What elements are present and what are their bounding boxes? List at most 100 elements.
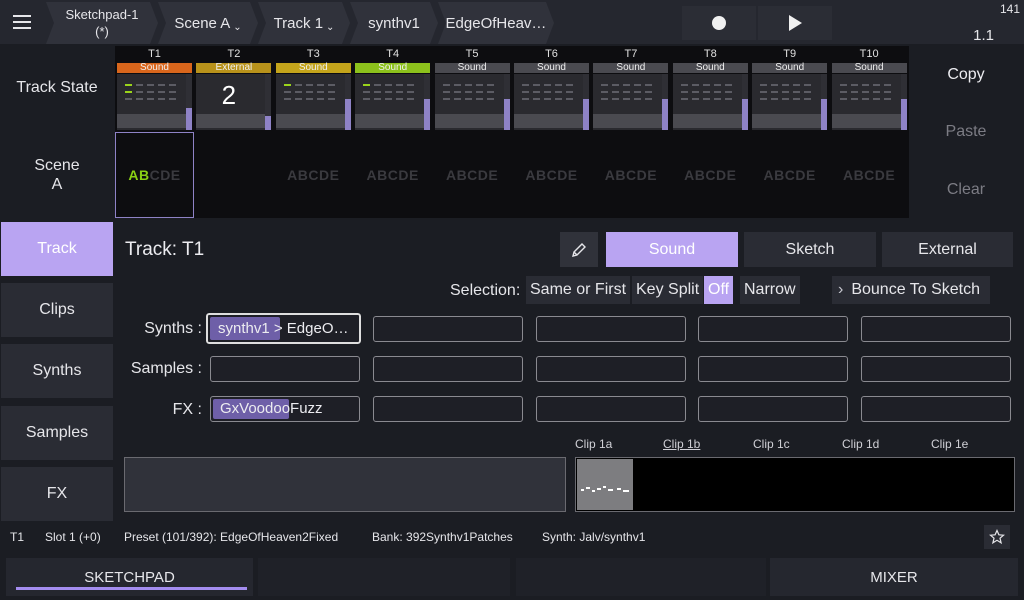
track-scene-clips[interactable]: ABCDE [512,132,591,218]
track-scene-clips[interactable]: ABCDE [433,132,512,218]
play-button[interactable] [758,6,832,40]
track-column-t5[interactable]: T5 Sound ABCDE [433,46,512,218]
inactive-step [566,84,573,86]
track-level-fill [741,99,748,130]
menu-icon[interactable] [0,0,44,44]
mixer-tab[interactable]: MIXER [770,558,1018,596]
clip-pattern-area[interactable] [575,457,1015,512]
track-scene-clips[interactable]: ABCDE [115,132,194,218]
track-scene-clips[interactable]: ABCDE [671,132,750,218]
inactive-step [804,91,812,93]
inactive-step [883,98,891,100]
rename-button[interactable] [560,232,598,267]
sample-waveform-area[interactable] [124,457,566,512]
fx-slot-4[interactable] [698,396,848,422]
track-scene-clips[interactable]: ABCDE [750,132,829,218]
track-type-badge: Sound [117,63,192,73]
track-column-t10[interactable]: T10 Sound ABCDE [830,46,909,218]
track-level-fill [662,99,669,130]
track-name: T4 [386,48,400,60]
track-column-t9[interactable]: T9 Sound ABCDE [750,46,829,218]
nav-track[interactable]: Track [1,222,113,276]
inactive-step [702,91,710,93]
selection-off[interactable]: Off [704,276,734,304]
inactive-step [464,84,472,86]
track-scene-clips[interactable]: ABCDE [274,132,353,218]
record-button[interactable] [682,6,756,40]
clear-button[interactable]: Clear [920,181,1012,199]
track-column-t1[interactable]: T1 Sound AB CDE [115,46,194,218]
sample-slot-1[interactable] [210,356,360,382]
scene-clips-inactive: ABCDE [684,167,737,183]
inactive-step [374,98,382,100]
clip-1d-tab[interactable]: Clip 1d [842,437,879,451]
mode-sound-button[interactable]: Sound [606,232,738,267]
nav-synths[interactable]: Synths [1,344,113,398]
nav-samples[interactable]: Samples [1,406,113,460]
selection-key-split[interactable]: Key Split [632,276,704,304]
bounce-to-sketch-button[interactable]: › Bounce To Sketch [832,276,990,304]
inactive-step [533,91,540,93]
clip-1c-tab[interactable]: Clip 1c [753,437,790,451]
inactive-step [363,91,371,93]
fx-slot-3[interactable] [536,396,686,422]
track-scene-clips[interactable]: ABCDE [353,132,432,218]
mode-sketch-button[interactable]: Sketch [744,232,876,267]
synth-slot-4[interactable] [698,316,848,342]
fx-slot-1[interactable]: GxVoodooFuzz [210,396,360,422]
track-column-t4[interactable]: T4 Sound ABCDE [353,46,432,218]
synth-slot-2[interactable] [373,316,523,342]
track-column-t3[interactable]: T3 Sound ABCDE [274,46,353,218]
bpm-display[interactable]: 141 [1000,2,1020,16]
inactive-step [453,91,461,93]
clip-1b-tab[interactable]: Clip 1b [663,437,700,451]
sketchpad-tab[interactable]: SKETCHPAD [6,558,253,596]
scene-clips-active: AB [128,167,150,183]
fx-slot-2[interactable] [373,396,523,422]
synth-slot-1[interactable]: synthv1 > EdgeO… [205,312,362,345]
inactive-step [861,98,869,100]
top-bar: Sketchpad-1 (*) Scene A ⌄ Track 1 ⌄ synt… [0,0,1024,44]
track-column-t6[interactable]: T6 Sound ABCDE [512,46,591,218]
clip-1e-tab[interactable]: Clip 1e [931,437,968,451]
inactive-step [407,98,415,100]
sample-slot-3[interactable] [536,356,686,382]
track-name: T5 [465,48,479,60]
clip-pattern-thumbnail [577,459,633,510]
inactive-step [634,84,642,86]
track-scene-clips[interactable]: ABCDE [830,132,909,218]
status-bank: Bank: 392Synthv1Patches [372,530,513,544]
selection-narrow[interactable]: Narrow [740,276,800,304]
breadcrumb-sketchpad[interactable]: Sketchpad-1 (*) [46,2,158,44]
track-name: T7 [624,48,638,60]
breadcrumb-scene[interactable]: Scene A ⌄ [158,2,258,44]
sample-slot-5[interactable] [861,356,1011,382]
favorite-button[interactable] [984,525,1010,549]
breadcrumb-synth[interactable]: synthv1 [350,2,438,44]
inactive-step [623,98,631,100]
inactive-step [645,91,653,93]
track-column-t8[interactable]: T8 Sound ABCDE [671,46,750,218]
paste-button[interactable]: Paste [920,123,1012,141]
breadcrumb-track[interactable]: Track 1 ⌄ [258,2,350,44]
synth-slot-5[interactable] [861,316,1011,342]
synth-slot-1-value: synthv1 > EdgeO… [218,320,349,337]
nav-clips[interactable]: Clips [1,283,113,337]
nav-fx[interactable]: FX [1,467,113,521]
sample-slot-2[interactable] [373,356,523,382]
synth-slot-3[interactable] [536,316,686,342]
selection-same-or-first[interactable]: Same or First [526,276,631,304]
inactive-step [623,91,631,93]
breadcrumb-preset[interactable]: EdgeOfHeav… [438,2,554,44]
copy-button[interactable]: Copy [920,66,1012,84]
track-scene-clips[interactable]: ABCDE [591,132,670,218]
inactive-step [464,98,472,100]
track-column-t2[interactable]: T2 External 2 [194,46,273,218]
fx-slot-5[interactable] [861,396,1011,422]
clip-1a-tab[interactable]: Clip 1a [575,437,612,451]
track-scene-clips[interactable] [194,132,273,218]
mode-external-button[interactable]: External [882,232,1013,267]
inactive-step [724,98,732,100]
track-column-t7[interactable]: T7 Sound ABCDE [591,46,670,218]
sample-slot-4[interactable] [698,356,848,382]
